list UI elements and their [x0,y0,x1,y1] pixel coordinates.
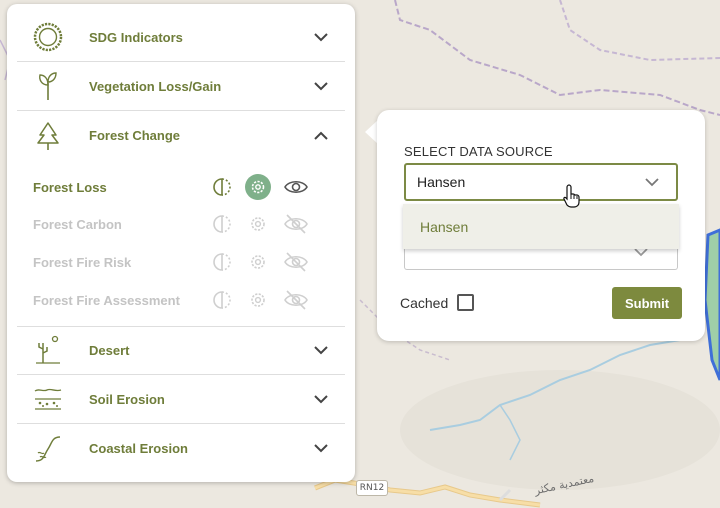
coastal-icon [23,424,73,473]
chevron-down-icon [311,389,331,409]
category-label: Soil Erosion [89,391,165,407]
layer-item-forest-fire-risk[interactable]: Forest Fire Risk [33,243,323,281]
layer-label: Forest Fire Assessment [33,292,180,308]
desert-icon [23,326,73,375]
category-label: Forest Change [89,128,181,143]
category-soil-erosion[interactable]: Soil Erosion [17,375,345,424]
opacity-icon[interactable] [209,249,235,275]
settings-gear-icon[interactable] [245,211,271,237]
layer-label: Forest Fire Risk [33,254,132,270]
data-source-dropdown: Hansen [403,204,679,249]
layer-item-forest-carbon[interactable]: Forest Carbon [33,205,323,243]
chevron-down-icon [311,340,331,360]
data-source-select[interactable]: Hansen [404,163,678,201]
category-sdg-indicators[interactable]: SDG Indicators [17,13,345,62]
layer-label: Forest Loss [33,179,107,195]
category-label: Coastal Erosion [89,441,188,456]
opacity-icon[interactable] [209,211,235,237]
settings-gear-icon[interactable] [245,249,271,275]
opacity-icon[interactable] [209,174,235,200]
dropdown-option-hansen[interactable]: Hansen [420,219,468,235]
category-desert[interactable]: Desert [17,326,345,375]
category-vegetation-loss-gain[interactable]: Vegetation Loss/Gain [17,62,345,111]
chevron-down-icon [311,439,331,459]
chevron-down-icon [311,27,331,47]
tree-icon [23,111,73,160]
layer-label: Forest Carbon [33,216,122,232]
hand-cursor-icon [563,184,581,213]
layer-item-forest-loss[interactable]: Forest Loss [33,168,323,206]
settings-gear-icon[interactable] [245,287,271,313]
category-label: SDG Indicators [89,29,183,45]
category-label: Desert [89,342,130,358]
road-label: RN12 [356,480,388,496]
cached-option[interactable]: Cached [400,294,475,311]
sdg-wheel-icon [23,13,73,62]
chevron-down-icon [311,76,331,96]
category-forest-change[interactable]: Forest Change [17,111,345,160]
chevron-down-icon [642,172,662,192]
soil-icon [23,375,73,424]
eye-off-icon[interactable] [283,249,309,275]
category-label: Vegetation Loss/Gain [89,78,222,94]
eye-off-icon[interactable] [283,287,309,313]
plant-icon [23,62,73,111]
data-source-selected-value: Hansen [417,174,466,190]
data-source-label: SELECT DATA SOURCE [404,144,553,159]
category-coastal-erosion[interactable]: Coastal Erosion [17,424,345,473]
settings-gear-icon[interactable] [245,174,271,200]
eye-off-icon[interactable] [283,211,309,237]
layer-item-forest-fire-assessment[interactable]: Forest Fire Assessment [33,281,323,319]
cached-checkbox[interactable] [457,294,475,311]
cached-label: Cached [400,294,449,311]
opacity-icon[interactable] [209,287,235,313]
submit-button[interactable]: Submit [612,287,682,319]
eye-icon[interactable] [283,174,309,200]
layers-panel: SDG Indicators Vegetation Loss/Gain Fore… [7,4,355,482]
chevron-up-icon [311,126,331,146]
